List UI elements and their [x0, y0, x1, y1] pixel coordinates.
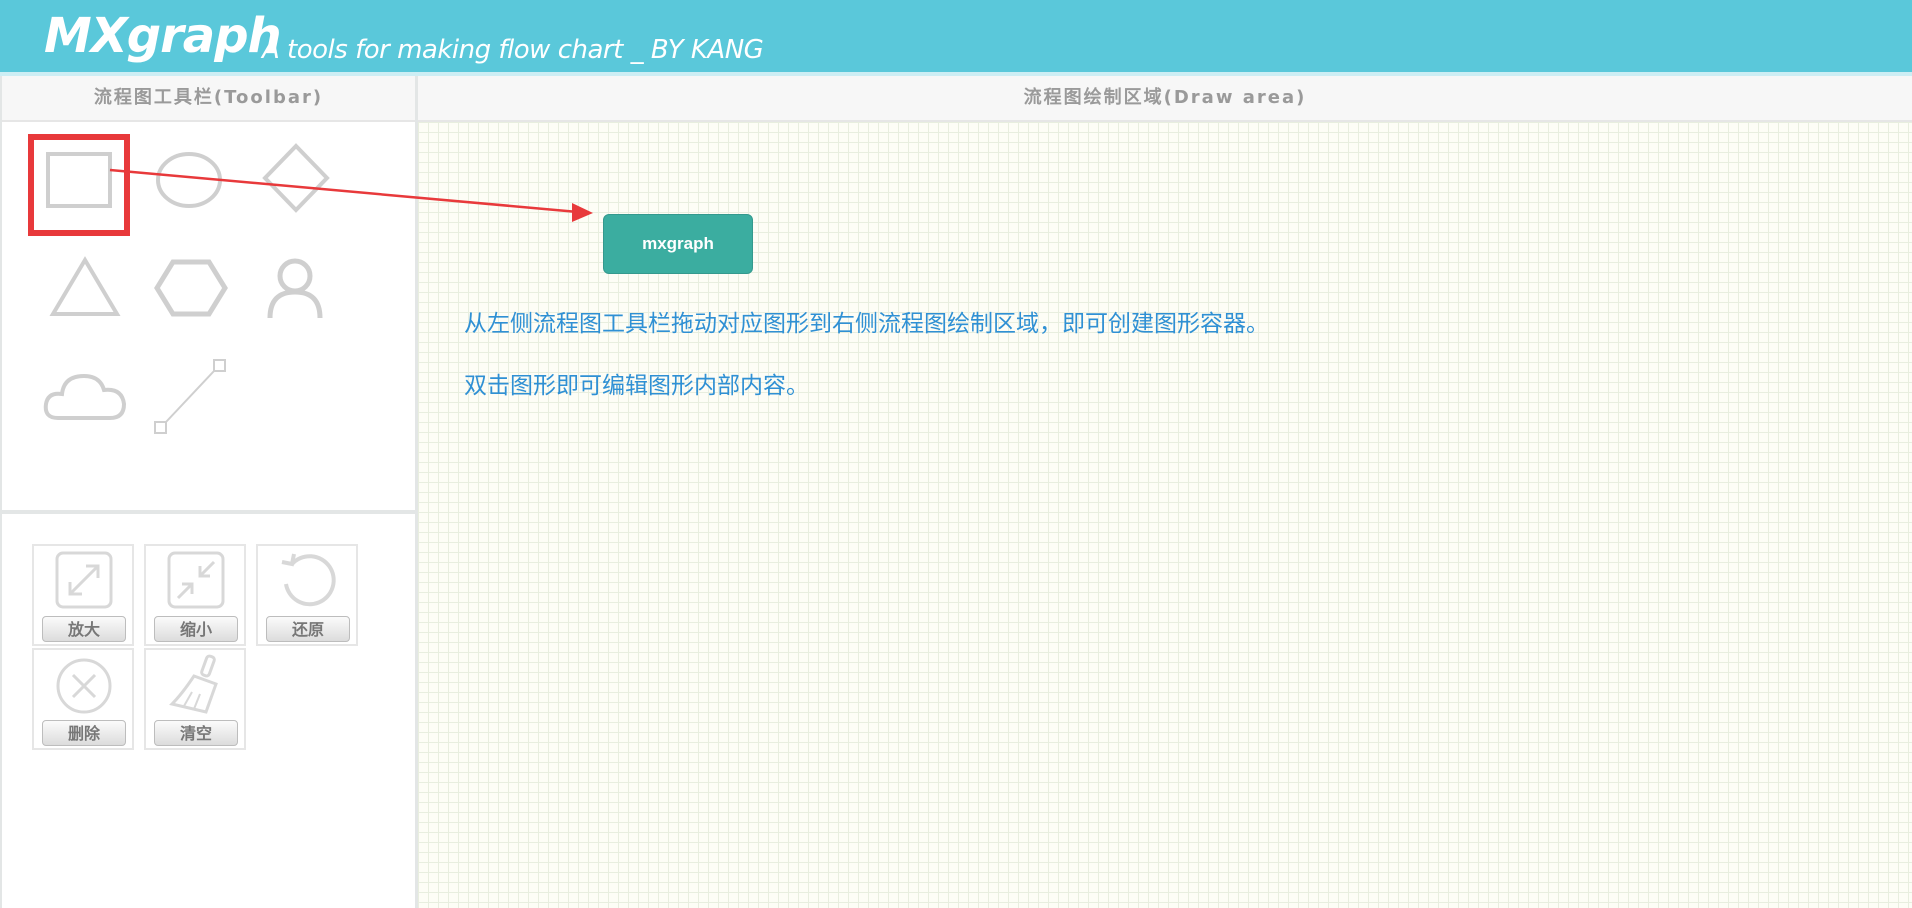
app-tagline: A tools for making flow chart _ BY KANG: [262, 35, 764, 65]
shrink-icon: [167, 551, 225, 609]
rectangle-shape[interactable]: [28, 134, 130, 236]
expand-icon: [55, 551, 113, 609]
line-connector-icon: [154, 359, 226, 434]
triangle-icon: [49, 256, 121, 316]
delete-button[interactable]: 删除: [42, 720, 126, 746]
hexagon-shape[interactable]: [146, 248, 236, 338]
triangle-shape[interactable]: [40, 248, 130, 338]
hexagon-icon: [154, 259, 228, 317]
ellipse-shape[interactable]: [144, 140, 234, 230]
toolbar-title: 流程图工具栏(Toolbar): [2, 76, 415, 122]
zoom-in-control[interactable]: 放大: [32, 544, 134, 646]
control-panel: 放大 缩小 还原 删除 清空: [2, 514, 415, 904]
cloud-shape[interactable]: [40, 354, 130, 444]
zoom-in-button[interactable]: 放大: [42, 616, 126, 642]
person-icon: [267, 258, 323, 319]
zoom-out-button[interactable]: 缩小: [154, 616, 238, 642]
rhombus-icon: [262, 143, 330, 213]
undo-icon: [281, 553, 336, 607]
clear-control[interactable]: 清空: [144, 648, 246, 750]
instruction-edit: 双击图形即可编辑图形内部内容。: [464, 373, 809, 399]
shape-palette: [2, 122, 415, 510]
zoom-out-control[interactable]: 缩小: [144, 544, 246, 646]
close-circle-icon: [56, 658, 112, 714]
app-header: MXgraph A tools for making flow chart _ …: [0, 0, 1912, 76]
ellipse-icon: [156, 152, 222, 208]
reset-control[interactable]: 还原: [256, 544, 358, 646]
cloud-icon: [43, 373, 127, 420]
delete-control[interactable]: 删除: [32, 648, 134, 750]
mxgraph-node[interactable]: mxgraph: [603, 214, 753, 274]
instruction-drag: 从左侧流程图工具栏拖动对应图形到右侧流程图绘制区域，即可创建图形容器。: [464, 311, 1269, 337]
app-logo: MXgraph: [44, 8, 282, 64]
actor-shape[interactable]: [250, 248, 340, 338]
line-shape[interactable]: [146, 354, 236, 444]
toolbar-panel: 流程图工具栏(Toolbar) 放大 缩小 还原 删除 清空: [0, 76, 418, 908]
drawing-canvas[interactable]: mxgraph 从左侧流程图工具栏拖动对应图形到右侧流程图绘制区域，即可创建图形…: [418, 122, 1912, 908]
rectangle-icon: [46, 152, 112, 208]
clear-button[interactable]: 清空: [154, 720, 238, 746]
draw-area: 流程图绘制区域(Draw area) mxgraph 从左侧流程图工具栏拖动对应…: [418, 76, 1912, 908]
draw-area-title: 流程图绘制区域(Draw area): [418, 76, 1912, 122]
reset-button[interactable]: 还原: [266, 616, 350, 642]
broom-icon: [169, 654, 218, 714]
rhombus-shape[interactable]: [251, 140, 341, 230]
